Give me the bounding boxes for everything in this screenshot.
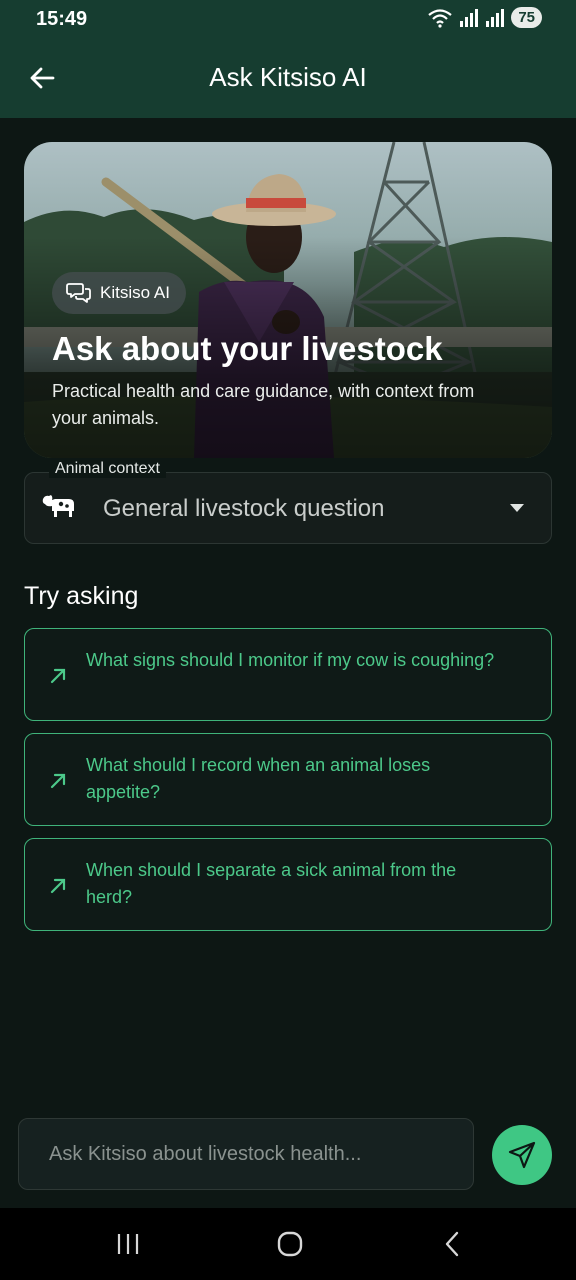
try-asking-title: Try asking (24, 582, 139, 610)
chevron-left-icon (445, 1231, 459, 1257)
app-bar: Ask Kitsiso AI (0, 38, 576, 118)
hero-title: Ask about your livestock (52, 330, 443, 367)
system-back-button[interactable] (432, 1224, 472, 1264)
hero-subtitle: Practical health and care guidance, with… (52, 381, 475, 428)
signal-icon-2 (486, 8, 505, 27)
recent-apps-button[interactable] (108, 1224, 148, 1264)
cow-icon (42, 495, 74, 517)
battery-badge: 75 (511, 7, 542, 28)
arrow-up-right-icon (50, 668, 66, 684)
suggestion-card[interactable]: What signs should I monitor if my cow is… (24, 628, 552, 721)
suggestion-text: What signs should I monitor if my cow is… (86, 650, 495, 670)
status-time: 15:49 (36, 8, 88, 30)
hero-chip-label: Kitsiso AI (100, 283, 170, 302)
suggestion-card[interactable]: When should I separate a sick animal fro… (24, 838, 552, 931)
page-title: Ask Kitsiso AI (209, 62, 367, 92)
animal-context-value: General livestock question (103, 495, 385, 522)
signal-icon (460, 8, 479, 27)
send-button[interactable] (492, 1125, 552, 1185)
system-nav-bar (0, 1208, 576, 1280)
status-bar: 15:49 75 (0, 0, 576, 38)
status-icons: 75 (427, 7, 542, 28)
home-button[interactable] (270, 1224, 310, 1264)
recents-icon (117, 1234, 139, 1254)
home-circle-icon (277, 1231, 303, 1257)
animal-context-select[interactable]: Animal context General livestock questio… (24, 460, 552, 544)
kitsiso-ai-chip: Kitsiso AI (52, 272, 186, 314)
arrow-up-right-icon (50, 878, 66, 894)
wifi-icon (428, 8, 453, 28)
animal-context-label: Animal context (49, 460, 166, 478)
arrow-up-right-icon (50, 773, 66, 789)
suggestion-text: When should I separate a sick animal fro… (86, 860, 457, 907)
chevron-down-icon (510, 504, 524, 512)
message-input[interactable] (18, 1118, 474, 1190)
suggestion-text: What should I record when an animal lose… (86, 755, 431, 802)
send-icon (508, 1141, 536, 1169)
hero-card: Kitsiso AI Ask about your livestock Prac… (24, 142, 552, 458)
chat-bubbles-icon (66, 283, 91, 303)
suggestion-card[interactable]: What should I record when an animal lose… (24, 733, 552, 826)
